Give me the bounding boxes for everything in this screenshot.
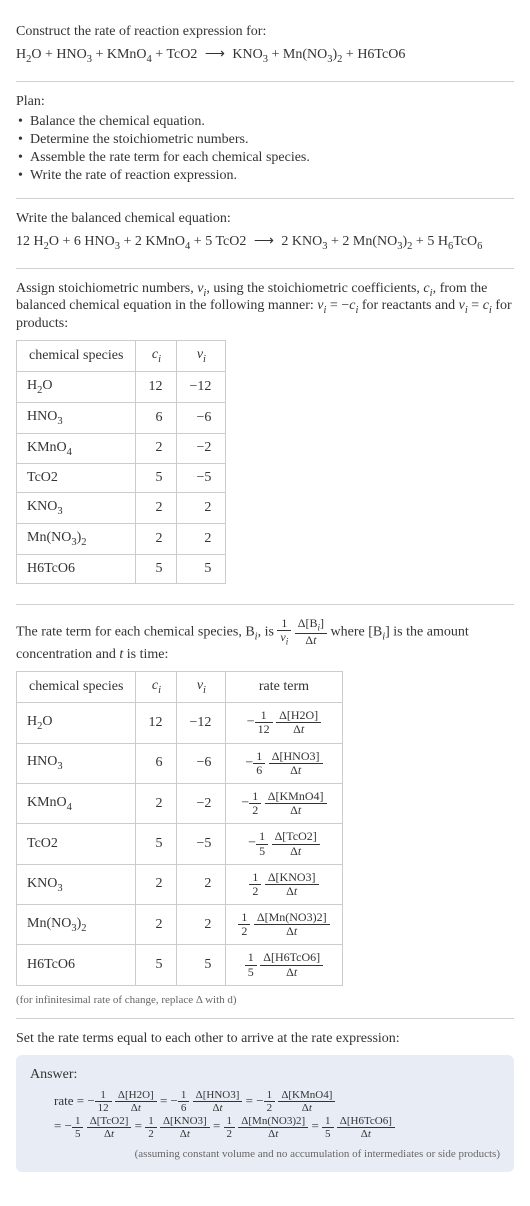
table-header: νi bbox=[177, 672, 226, 703]
v-cell: 2 bbox=[177, 493, 226, 524]
rate-intro: The rate term for each chemical species,… bbox=[16, 617, 514, 663]
stoich-section: Assign stoichiometric numbers, νi, using… bbox=[16, 269, 514, 605]
table-row: Mn(NO3)222 bbox=[17, 524, 226, 555]
v-cell: 5 bbox=[177, 554, 226, 583]
table-header: νi bbox=[177, 341, 226, 372]
infinitesimal-note: (for infinitesimal rate of change, repla… bbox=[16, 994, 514, 1006]
v-cell: 2 bbox=[177, 524, 226, 555]
v-cell: −6 bbox=[177, 743, 226, 783]
table-row: Mn(NO3)2 2 2 12 Δ[Mn(NO3)2]Δt bbox=[17, 905, 343, 945]
table-row: H2O 12 −12 −112 Δ[H2O]Δt bbox=[17, 703, 343, 743]
balanced-section: Write the balanced chemical equation: 12… bbox=[16, 199, 514, 269]
c-cell: 2 bbox=[136, 524, 177, 555]
c-cell: 2 bbox=[136, 433, 177, 464]
table-row: KMnO42−2 bbox=[17, 433, 226, 464]
species-cell: H2O bbox=[17, 371, 136, 402]
table-header: chemical species bbox=[17, 341, 136, 372]
c-cell: 2 bbox=[136, 864, 177, 904]
balanced-label: Write the balanced chemical equation: bbox=[16, 211, 514, 227]
species-cell: KMnO4 bbox=[17, 433, 136, 464]
set-equal-text: Set the rate terms equal to each other t… bbox=[16, 1031, 514, 1047]
rate-term-section: The rate term for each chemical species,… bbox=[16, 605, 514, 1019]
rate-term-cell: −112 Δ[H2O]Δt bbox=[226, 703, 342, 743]
c-cell: 2 bbox=[136, 905, 177, 945]
species-cell: KNO3 bbox=[17, 493, 136, 524]
table-row: TcO2 5 −5 −15 Δ[TcO2]Δt bbox=[17, 824, 343, 864]
table-row: H2O12−12 bbox=[17, 371, 226, 402]
table-header: chemical species bbox=[17, 672, 136, 703]
v-cell: −5 bbox=[177, 824, 226, 864]
v-cell: −2 bbox=[177, 783, 226, 823]
c-cell: 2 bbox=[136, 783, 177, 823]
species-cell: H6TcO6 bbox=[17, 945, 136, 985]
table-header: ci bbox=[136, 672, 177, 703]
set-equal-section: Set the rate terms equal to each other t… bbox=[16, 1019, 514, 1184]
v-cell: −6 bbox=[177, 402, 226, 433]
table-header: ci bbox=[136, 341, 177, 372]
table-row: HNO36−6 bbox=[17, 402, 226, 433]
v-cell: 5 bbox=[177, 945, 226, 985]
table-row: KNO322 bbox=[17, 493, 226, 524]
table-row: HNO3 6 −6 −16 Δ[HNO3]Δt bbox=[17, 743, 343, 783]
species-cell: HNO3 bbox=[17, 402, 136, 433]
species-cell: Mn(NO3)2 bbox=[17, 524, 136, 555]
species-cell: HNO3 bbox=[17, 743, 136, 783]
rate-term-cell: −16 Δ[HNO3]Δt bbox=[226, 743, 342, 783]
plan-item: Write the rate of reaction expression. bbox=[16, 168, 514, 184]
c-cell: 6 bbox=[136, 743, 177, 783]
v-cell: 2 bbox=[177, 864, 226, 904]
table-row: KMnO4 2 −2 −12 Δ[KMnO4]Δt bbox=[17, 783, 343, 823]
plan-item: Balance the chemical equation. bbox=[16, 114, 514, 130]
table-row: H6TcO6 5 5 15 Δ[H6TcO6]Δt bbox=[17, 945, 343, 985]
plan-section: Plan: Balance the chemical equation. Det… bbox=[16, 82, 514, 199]
rate-term-cell: 15 Δ[H6TcO6]Δt bbox=[226, 945, 342, 985]
species-cell: KNO3 bbox=[17, 864, 136, 904]
c-cell: 6 bbox=[136, 402, 177, 433]
prompt-text: Construct the rate of reaction expressio… bbox=[16, 24, 514, 40]
table-row: TcO25−5 bbox=[17, 464, 226, 493]
species-cell: H6TcO6 bbox=[17, 554, 136, 583]
plan-item: Determine the stoichiometric numbers. bbox=[16, 132, 514, 148]
rate-term-table: chemical species ci νi rate term H2O 12 … bbox=[16, 671, 343, 985]
rate-term-cell: 12 Δ[Mn(NO3)2]Δt bbox=[226, 905, 342, 945]
plan-item: Assemble the rate term for each chemical… bbox=[16, 150, 514, 166]
answer-label: Answer: bbox=[30, 1067, 500, 1083]
plan-list: Balance the chemical equation. Determine… bbox=[16, 114, 514, 184]
v-cell: −2 bbox=[177, 433, 226, 464]
rate-term-cell: −12 Δ[KMnO4]Δt bbox=[226, 783, 342, 823]
c-cell: 5 bbox=[136, 824, 177, 864]
answer-equation: rate = −112 Δ[H2O]Δt = −16 Δ[HNO3]Δt = −… bbox=[30, 1089, 500, 1140]
answer-box: Answer: rate = −112 Δ[H2O]Δt = −16 Δ[HNO… bbox=[16, 1055, 514, 1172]
c-cell: 5 bbox=[136, 945, 177, 985]
answer-note: (assuming constant volume and no accumul… bbox=[30, 1148, 500, 1160]
species-cell: TcO2 bbox=[17, 824, 136, 864]
balanced-equation: 12 H2O + 6 HNO3 + 2 KMnO4 + 5 TcO2 ⟶ 2 K… bbox=[16, 233, 514, 252]
v-cell: −12 bbox=[177, 703, 226, 743]
c-cell: 5 bbox=[136, 554, 177, 583]
table-row: H6TcO655 bbox=[17, 554, 226, 583]
c-cell: 12 bbox=[136, 371, 177, 402]
table-header: rate term bbox=[226, 672, 342, 703]
species-cell: Mn(NO3)2 bbox=[17, 905, 136, 945]
c-cell: 2 bbox=[136, 493, 177, 524]
c-cell: 5 bbox=[136, 464, 177, 493]
rate-prefix: rate = bbox=[54, 1093, 87, 1108]
stoich-table: chemical species ci νi H2O12−12 HNO36−6 … bbox=[16, 340, 226, 584]
table-row: KNO3 2 2 12 Δ[KNO3]Δt bbox=[17, 864, 343, 904]
rate-term-cell: −15 Δ[TcO2]Δt bbox=[226, 824, 342, 864]
intro-section: Construct the rate of reaction expressio… bbox=[16, 12, 514, 82]
unbalanced-equation: H2O + HNO3 + KMnO4 + TcO2 ⟶ KNO3 + Mn(NO… bbox=[16, 46, 514, 65]
v-cell: −12 bbox=[177, 371, 226, 402]
c-cell: 12 bbox=[136, 703, 177, 743]
v-cell: −5 bbox=[177, 464, 226, 493]
v-cell: 2 bbox=[177, 905, 226, 945]
stoich-intro: Assign stoichiometric numbers, νi, using… bbox=[16, 281, 514, 333]
species-cell: KMnO4 bbox=[17, 783, 136, 823]
plan-label: Plan: bbox=[16, 94, 514, 110]
species-cell: H2O bbox=[17, 703, 136, 743]
rate-term-cell: 12 Δ[KNO3]Δt bbox=[226, 864, 342, 904]
species-cell: TcO2 bbox=[17, 464, 136, 493]
